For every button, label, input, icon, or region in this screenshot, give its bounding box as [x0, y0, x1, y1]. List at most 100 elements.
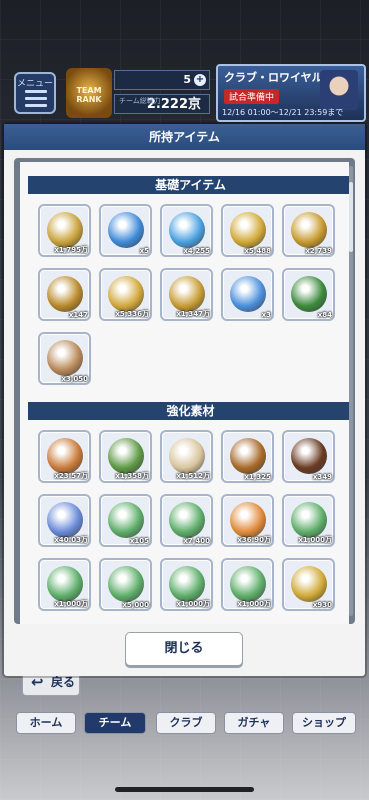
item-slot[interactable]: x5,000 — [99, 558, 152, 611]
item-quantity: x7,400 — [183, 537, 210, 545]
item-slot[interactable]: x147 — [38, 268, 91, 321]
back-label: 戻る — [51, 675, 76, 689]
item-slot[interactable]: x1,358万 — [99, 430, 152, 483]
plus-icon[interactable]: + — [194, 74, 206, 86]
item-quantity: x1,358万 — [115, 472, 149, 480]
item-slot[interactable]: x349 — [282, 430, 335, 483]
club-royale-period: 12/16 01:00〜12/21 23:59まで — [222, 108, 344, 117]
hamburger-icon — [25, 90, 47, 111]
rainbow-ball-icon — [47, 502, 83, 538]
dialog-title: 所持アイテム — [4, 124, 365, 150]
gold-trophy-coin-icon — [169, 276, 205, 312]
nav-home-label: ホーム — [29, 716, 63, 729]
item-quantity: x1,512万 — [176, 472, 210, 480]
item-slot[interactable]: x3,050 — [38, 332, 91, 385]
close-button[interactable]: 閉じる — [125, 632, 243, 666]
item-quantity: x5,488 — [244, 247, 271, 255]
player-portrait — [320, 70, 358, 110]
scrollbar-thumb[interactable] — [349, 182, 353, 252]
item-slot[interactable]: x1,000万 — [160, 558, 213, 611]
curry-icon — [230, 438, 266, 474]
bottom-nav: ホーム チーム クラブ ガチャ ショップ — [0, 710, 369, 738]
green-ball-icon — [169, 502, 205, 538]
item-quantity: x5,000 — [122, 601, 149, 609]
item-slot[interactable]: x1,325 — [221, 430, 274, 483]
items-list: 基礎アイテム x1,795万 x5 x4,255 x5,488 x2,739 x147 x5… — [20, 162, 349, 624]
item-slot[interactable]: x2,739 — [282, 204, 335, 257]
gyoza-plate-icon — [169, 438, 205, 474]
green-ball-icon — [230, 566, 266, 602]
top-status-bar: メニュー TEAM RANK 5 + チーム総戦力 2.222京 クラブ・ロワイ… — [0, 62, 369, 124]
green-ball-icon — [47, 566, 83, 602]
item-slot[interactable]: x1,795万 — [38, 204, 91, 257]
team-power-caption: チーム総戦力 — [119, 97, 161, 105]
nav-team[interactable]: チーム — [84, 712, 146, 734]
green-ball-icon — [108, 566, 144, 602]
cr-coin-icon — [47, 340, 83, 376]
club-royale-banner[interactable]: クラブ・ロワイヤル 試合準備中 12/16 01:00〜12/21 23:59ま… — [216, 64, 366, 122]
item-slot[interactable]: x5,336万 — [99, 268, 152, 321]
nav-home[interactable]: ホーム — [16, 712, 76, 734]
team-rank-label: TEAM RANK — [76, 86, 102, 104]
home-indicator — [115, 787, 254, 792]
team-rank-badge[interactable]: TEAM RANK — [66, 68, 112, 118]
item-quantity: x2,739 — [305, 247, 332, 255]
nav-gacha[interactable]: ガチャ — [224, 712, 284, 734]
green-ball-icon — [291, 502, 327, 538]
item-slot[interactable]: x84 — [282, 268, 335, 321]
nav-team-label: チーム — [98, 716, 132, 729]
salad-icon — [108, 438, 144, 474]
item-quantity: x1,000万 — [298, 536, 332, 544]
item-slot[interactable]: x3 — [221, 268, 274, 321]
item-quantity: x36.90万 — [237, 536, 271, 544]
item-quantity: x3 — [261, 311, 271, 319]
menu-button[interactable]: メニュー — [14, 72, 56, 114]
item-quantity: x40.03万 — [54, 536, 88, 544]
item-slot[interactable]: x4,255 — [160, 204, 213, 257]
item-slot[interactable]: x1,000万 — [282, 494, 335, 547]
steak-plate-icon — [291, 438, 327, 474]
owned-items-dialog: 所持アイテム 基礎アイテム x1,795万 x5 x4,255 x5,488 x2,73… — [4, 124, 365, 676]
item-quantity: x1,000万 — [176, 600, 210, 608]
item-slot[interactable]: x1,347万 — [160, 268, 213, 321]
gold-ticket-icon — [47, 276, 83, 312]
item-quantity: x1,000万 — [54, 600, 88, 608]
item-quantity: x84 — [317, 311, 332, 319]
item-slot[interactable]: x930 — [282, 558, 335, 611]
nav-shop[interactable]: ショップ — [292, 712, 356, 734]
item-quantity: x1,347万 — [176, 310, 210, 318]
item-slot[interactable]: x36.90万 — [221, 494, 274, 547]
item-slot[interactable]: x5,488 — [221, 204, 274, 257]
item-quantity: x5 — [139, 247, 149, 255]
item-quantity: x1,000万 — [237, 600, 271, 608]
gold-coin-ring-icon — [47, 212, 83, 248]
item-slot[interactable]: x1,000万 — [221, 558, 274, 611]
item-quantity: x930 — [312, 601, 332, 609]
green-ball-icon — [169, 566, 205, 602]
item-slot[interactable]: x40.03万 — [38, 494, 91, 547]
stopwatch-icon — [230, 276, 266, 312]
gold-ball-trophy-icon — [291, 566, 327, 602]
item-slot[interactable]: x7,400 — [160, 494, 213, 547]
item-quantity: x105 — [129, 537, 149, 545]
rice-bowl-icon — [47, 438, 83, 474]
item-slot[interactable]: x23.57万 — [38, 430, 91, 483]
stamina-counter[interactable]: 5 + — [114, 70, 210, 90]
item-quantity: x1,795万 — [54, 246, 88, 254]
item-quantity: x5,336万 — [115, 310, 149, 318]
nav-club[interactable]: クラブ — [156, 712, 216, 734]
item-slot[interactable]: x105 — [99, 494, 152, 547]
item-slot[interactable]: x5 — [99, 204, 152, 257]
item-quantity: x23.57万 — [54, 472, 88, 480]
menu-label: メニュー — [16, 79, 53, 89]
item-slot[interactable]: x1,000万 — [38, 558, 91, 611]
stamina-value: 5 — [183, 73, 191, 86]
section-title-basic: 基礎アイテム — [28, 176, 349, 194]
gold-blue-pentagon-icon — [291, 212, 327, 248]
item-slot[interactable]: x1,512万 — [160, 430, 213, 483]
item-quantity: x1,325 — [244, 473, 271, 481]
green-ball-icon — [108, 502, 144, 538]
items-scroll-area[interactable]: 基礎アイテム x1,795万 x5 x4,255 x5,488 x2,739 x147 x5… — [14, 158, 355, 624]
green-meter-icon — [291, 276, 327, 312]
blue-crystal-cluster-icon — [108, 212, 144, 248]
